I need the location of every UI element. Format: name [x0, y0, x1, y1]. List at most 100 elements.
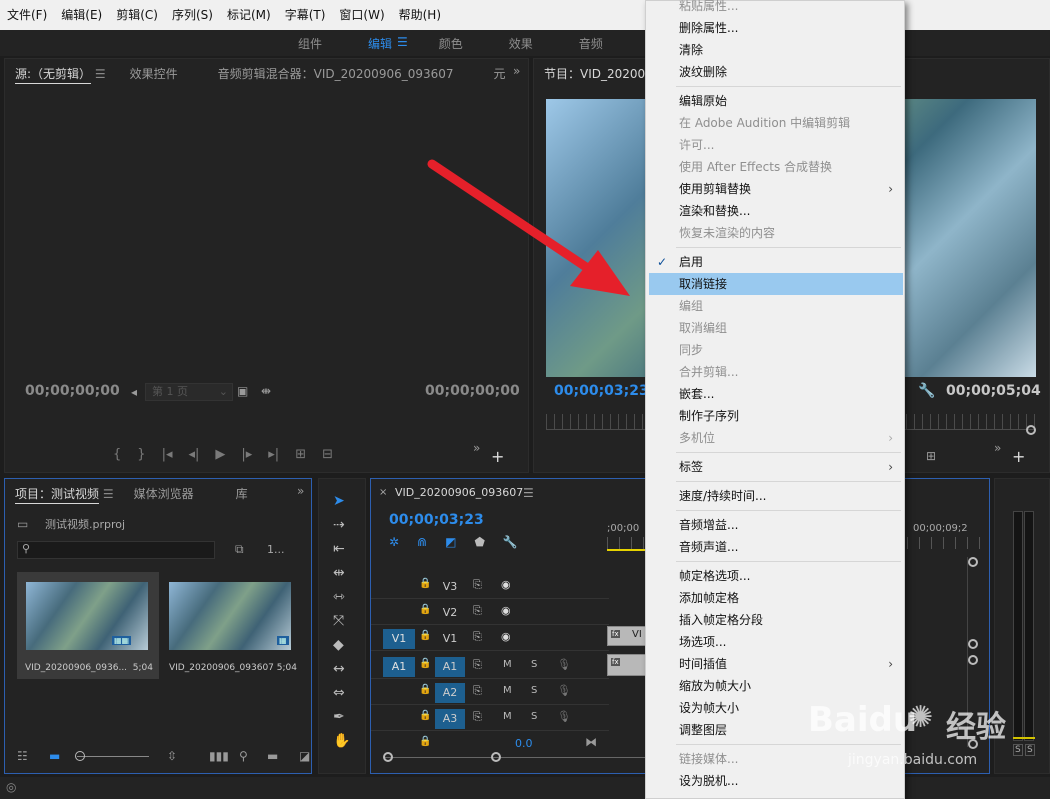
zoom-slider-handle[interactable]	[75, 751, 85, 761]
sync-lock-icon[interactable]: ⎘	[473, 604, 482, 618]
tab-libraries[interactable]: 库	[236, 485, 248, 502]
tab-audio-clip-mixer[interactable]: 音频剪辑混合器：VID_20200906_093607	[218, 65, 454, 82]
context-menu-item[interactable]: 帧定格选项...	[649, 565, 903, 587]
menu-item[interactable]: 序列(S)	[165, 0, 220, 30]
project-item[interactable]: ▦▦ VID_20200906_0936... 5;04	[17, 572, 159, 679]
tab-media-browser[interactable]: 媒体浏览器	[134, 485, 194, 502]
sync-lock-icon[interactable]: ⎘	[473, 578, 482, 592]
mic-icon[interactable]: 🎙	[557, 710, 571, 723]
lock-icon[interactable]: 🔒	[419, 710, 431, 721]
scroll-handle[interactable]	[968, 655, 978, 665]
page-prev-icon[interactable]: ◂	[131, 385, 137, 399]
work-area-bar[interactable]	[607, 549, 647, 551]
menu-item[interactable]: 字幕(T)	[278, 0, 333, 30]
button-editor-icon[interactable]: »	[473, 441, 480, 455]
mic-icon[interactable]: 🎙	[557, 658, 571, 671]
scroll-handle[interactable]	[968, 557, 978, 567]
context-menu-item[interactable]: 波纹删除	[649, 61, 903, 83]
snap-icon[interactable]: ⋒	[417, 535, 427, 549]
audio-clip[interactable]: fx	[607, 654, 647, 676]
menu-item[interactable]: 文件(F)	[0, 0, 54, 30]
source-patch-v1[interactable]: V1	[383, 629, 415, 649]
play-icon[interactable]: ▶	[215, 447, 225, 462]
slide-tool-icon[interactable]: ⇔	[333, 685, 350, 701]
context-menu-item[interactable]: 速度/持续时间...	[649, 485, 903, 507]
menu-item[interactable]: 窗口(W)	[332, 0, 391, 30]
zoom-handle-left[interactable]	[383, 752, 393, 762]
context-menu-item[interactable]: 使用剪辑替换 ›	[649, 178, 903, 200]
lock-icon[interactable]: 🔒	[419, 630, 431, 641]
sync-lock-icon[interactable]: ⎘	[473, 684, 482, 698]
tab-effect-controls[interactable]: 效果控件	[130, 65, 178, 82]
find-icon[interactable]: ⚲	[239, 749, 248, 763]
context-menu-item[interactable]: 渲染和替换...	[649, 200, 903, 222]
context-menu-item[interactable]: 启用 ✓	[649, 251, 903, 273]
scrub-end-handle[interactable]	[1026, 425, 1036, 435]
tab-source[interactable]: 源:（无剪辑） ☰	[15, 65, 106, 84]
context-menu-item[interactable]: 标签 ›	[649, 456, 903, 478]
solo-button[interactable]: S	[531, 659, 537, 670]
new-bin-icon[interactable]: ▬	[267, 749, 278, 763]
lock-icon[interactable]: 🔒	[419, 658, 431, 669]
rate-stretch-tool-icon[interactable]: ⇿	[333, 589, 350, 605]
nest-toggle-icon[interactable]: ✲	[389, 535, 399, 549]
context-menu-item[interactable]: 嵌套...	[649, 383, 903, 405]
lock-icon[interactable]: 🔒	[419, 578, 431, 589]
workspace-menu-icon[interactable]: ☰	[397, 35, 408, 52]
settings-icon[interactable]: ⇼	[261, 384, 271, 398]
track-target[interactable]: V2	[435, 603, 465, 623]
zoom-handle-right[interactable]	[491, 752, 501, 762]
mark-out-icon[interactable]: }	[137, 447, 145, 462]
close-icon[interactable]: ×	[379, 487, 387, 498]
rolling-tool-icon[interactable]: ⤧	[333, 613, 350, 629]
context-menu-item[interactable]: 插入帧定格分段	[649, 609, 903, 631]
eye-icon[interactable]: ◉	[501, 578, 511, 591]
add-marker-icon[interactable]: ⬟	[474, 535, 484, 549]
panel-overflow-icon[interactable]: »	[297, 484, 304, 498]
insert-icon[interactable]: ⊞	[295, 447, 306, 462]
track-target[interactable]: A3	[435, 709, 465, 729]
new-item-icon[interactable]: ◪	[299, 749, 310, 763]
context-menu-item[interactable]: 音频声道...	[649, 536, 903, 558]
zoom-slider[interactable]	[77, 756, 149, 757]
track-target[interactable]: V1	[435, 629, 465, 649]
eye-icon[interactable]: ◉	[501, 604, 511, 617]
hand-tool-icon[interactable]: ✋	[333, 733, 350, 749]
selection-tool-icon[interactable]: ➤	[333, 493, 350, 509]
add-button-icon[interactable]: +	[1012, 447, 1025, 466]
mute-button[interactable]: M	[503, 711, 512, 722]
context-menu-item[interactable]: 时间插值 ›	[649, 653, 903, 675]
track-target[interactable]: A1	[435, 657, 465, 677]
timeline-timecode[interactable]: 00;00;03;23	[389, 512, 484, 528]
add-button-icon[interactable]: +	[491, 447, 504, 466]
context-menu-item[interactable]: 取消链接	[649, 273, 903, 295]
solo-button[interactable]: S	[531, 711, 537, 722]
workspace-tab[interactable]: 音频	[556, 35, 626, 52]
context-menu-item[interactable]: 制作子序列	[649, 405, 903, 427]
context-menu-item[interactable]: 清除	[649, 39, 903, 61]
eye-icon[interactable]: ◉	[501, 630, 511, 643]
rolling-edit-tool-icon[interactable]: ⇹	[333, 565, 350, 581]
mark-in-icon[interactable]: {	[113, 447, 121, 462]
ripple-edit-tool-icon[interactable]: ⇤	[333, 541, 350, 557]
track-select-forward-tool-icon[interactable]: ⇢	[333, 517, 350, 533]
slip-tool-icon[interactable]: ↔	[333, 661, 350, 677]
go-to-out-icon[interactable]: ▸|	[268, 447, 279, 462]
pen-tool-icon[interactable]: ✒	[333, 709, 350, 725]
sort-icon[interactable]: ⇳	[167, 749, 177, 763]
panel-menu-icon[interactable]: ☰	[523, 486, 534, 500]
tab-more[interactable]: 元	[494, 65, 506, 82]
mute-button[interactable]: M	[503, 685, 512, 696]
project-item[interactable]: ▦ VID_20200906_093607 5;04	[161, 572, 303, 679]
go-to-end-icon[interactable]: ⧓	[585, 735, 597, 749]
new-search-bin-icon[interactable]: ⧉	[235, 542, 244, 557]
sequence-tab[interactable]: VID_20200906_093607	[395, 486, 523, 499]
menu-item[interactable]: 标记(M)	[220, 0, 278, 30]
sync-lock-icon[interactable]: ⎘	[473, 710, 482, 724]
lock-icon[interactable]: 🔒	[419, 684, 431, 695]
go-to-in-icon[interactable]: |◂	[162, 447, 173, 462]
workspace-tab[interactable]: 颜色	[416, 35, 486, 52]
lock-icon[interactable]: 🔒	[419, 736, 431, 747]
export-frame-icon[interactable]: ▣	[237, 384, 248, 398]
page-select[interactable]: 第 1 页 ⌄	[145, 383, 233, 401]
